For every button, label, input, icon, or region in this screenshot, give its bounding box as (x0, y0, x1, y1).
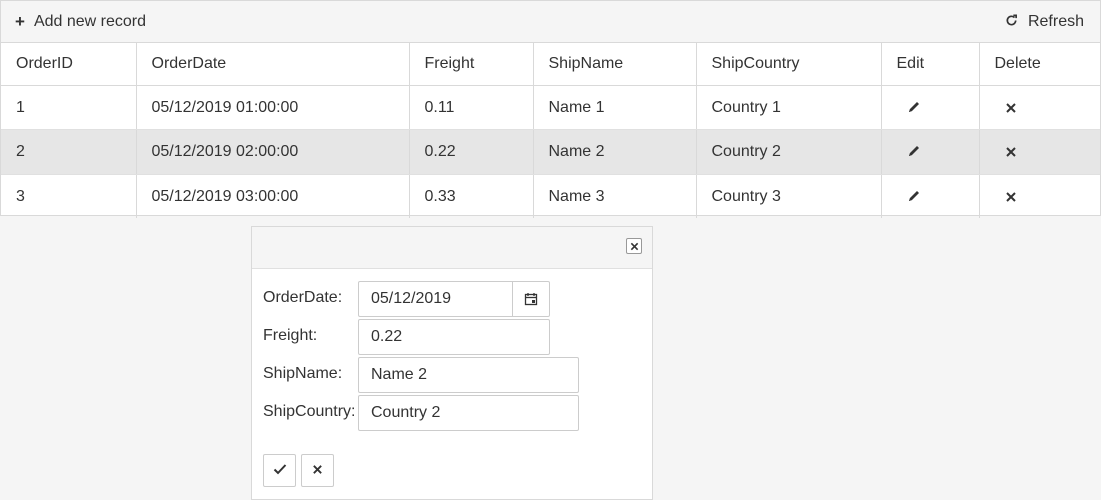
cell-freight: 0.22 (408, 129, 533, 175)
edit-icon[interactable] (903, 185, 925, 207)
cell-shipcountry: Country 1 (695, 85, 881, 130)
cell-orderdate: 05/12/2019 02:00:00 (135, 129, 409, 175)
cell-orderid: 2 (1, 129, 136, 175)
save-button[interactable] (263, 454, 296, 487)
orderdate-field[interactable]: 05/12/2019 (371, 282, 451, 316)
header-row: OrderID OrderDate Freight ShipName ShipC… (1, 42, 1100, 86)
cell-shipname: Name 2 (532, 129, 696, 175)
orderdate-datepicker[interactable]: 05/12/2019 (358, 281, 550, 317)
cell-freight: 0.11 (408, 85, 533, 130)
cell-shipname: Name 1 (532, 85, 696, 130)
orderdate-label: OrderDate: (263, 289, 343, 306)
table-row[interactable]: 2 05/12/2019 02:00:00 0.22 Name 2 Countr… (1, 129, 1100, 175)
edit-popup: OrderDate: 05/12/2019 Freight: 0.22 Ship… (251, 226, 653, 500)
column-header-orderid[interactable]: OrderID (1, 42, 136, 86)
grid-toolbar: + Add new record Refresh (1, 1, 1100, 43)
add-new-record-button[interactable]: + Add new record (15, 1, 146, 42)
grid-table: OrderID OrderDate Freight ShipName ShipC… (1, 42, 1100, 218)
refresh-label: Refresh (1027, 12, 1084, 30)
calendar-icon[interactable] (512, 282, 549, 316)
cell-orderid: 3 (16, 187, 25, 205)
column-header-orderdate[interactable]: OrderDate (135, 42, 409, 86)
table-row[interactable]: 1 05/12/2019 01:00:00 0.11 Name 1 Countr… (1, 85, 1100, 130)
cell-orderdate: 05/12/2019 01:00:00 (135, 85, 409, 130)
check-icon (273, 462, 287, 480)
delete-icon[interactable] (1000, 141, 1022, 163)
shipname-field[interactable]: Name 2 (358, 357, 579, 393)
column-header-edit: Edit (880, 42, 979, 86)
refresh-button[interactable]: Refresh (1005, 1, 1084, 42)
cell-shipcountry: Country 3 (695, 174, 881, 218)
cell-shipname: Name 3 (532, 174, 696, 218)
cell-edit (880, 85, 979, 130)
shipcountry-label: ShipCountry: (263, 403, 356, 420)
column-header-shipcountry[interactable]: ShipCountry (695, 42, 881, 86)
freight-field[interactable]: 0.22 (358, 319, 550, 355)
cell-delete (978, 129, 1100, 175)
cell-edit (880, 174, 979, 218)
plus-icon: + (15, 12, 25, 31)
delete-icon[interactable] (1000, 186, 1022, 208)
close-icon (312, 462, 323, 480)
delete-icon[interactable] (1000, 97, 1022, 119)
column-header-delete: Delete (978, 42, 1100, 86)
cell-delete (978, 85, 1100, 130)
refresh-icon (1005, 14, 1018, 29)
cell-orderid: 1 (1, 85, 136, 130)
data-grid: + Add new record Refresh OrderID OrderDa… (0, 0, 1101, 218)
cell-shipcountry: Country 2 (695, 129, 881, 175)
shipname-label: ShipName: (263, 365, 343, 382)
column-header-freight[interactable]: Freight (408, 42, 533, 86)
edit-icon[interactable] (903, 140, 925, 162)
cancel-button[interactable] (301, 454, 334, 487)
freight-label: Freight: (263, 327, 318, 344)
column-header-shipname[interactable]: ShipName (532, 42, 696, 86)
popup-header (252, 227, 652, 269)
add-new-record-label: Add new record (33, 12, 146, 30)
table-row[interactable]: 3 05/12/2019 03:00:00 0.33 Name 3 Countr… (1, 174, 1100, 218)
cell-edit (880, 129, 979, 175)
cell-delete (978, 174, 1100, 218)
edit-icon[interactable] (903, 96, 925, 118)
cell-freight: 0.33 (408, 174, 533, 218)
cell-orderdate: 05/12/2019 03:00:00 (135, 174, 409, 218)
close-icon[interactable] (626, 238, 642, 254)
shipcountry-field[interactable]: Country 2 (358, 395, 579, 431)
